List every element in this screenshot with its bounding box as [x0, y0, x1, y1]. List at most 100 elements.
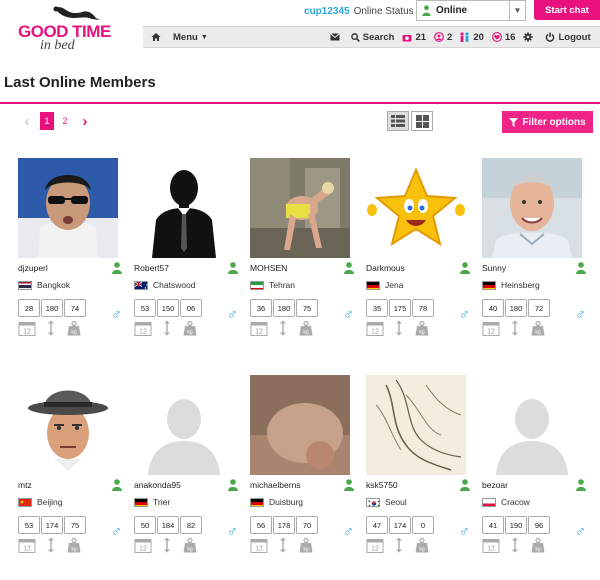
- member-photo[interactable]: [482, 375, 582, 475]
- calendar-icon: 12: [482, 537, 500, 558]
- country-flag-icon: [366, 497, 380, 507]
- member-height: 175: [389, 299, 411, 317]
- member-username[interactable]: anakonda95: [134, 480, 181, 490]
- svg-text:kg: kg: [71, 546, 77, 552]
- friends-link[interactable]: 20: [459, 32, 484, 43]
- current-username[interactable]: cup12345: [304, 6, 350, 17]
- grid-view-button[interactable]: [411, 111, 433, 131]
- svg-text:12: 12: [371, 545, 379, 552]
- member-photo[interactable]: [134, 375, 234, 475]
- member-card[interactable]: michaelberns Duisburg 56 178 70 ♂ 12 kg: [250, 375, 354, 556]
- member-card[interactable]: Darkmous Jena 35 175 78 ♂ 12 kg: [366, 158, 470, 339]
- member-card[interactable]: MOHSEN Tehran 36 180 75 ♂ 12 kg: [250, 158, 354, 339]
- list-view-button[interactable]: [387, 111, 409, 131]
- member-photo[interactable]: [250, 158, 350, 258]
- height-icon: [163, 320, 171, 341]
- member-photo[interactable]: [482, 158, 582, 258]
- grid-view-icon: [415, 114, 429, 128]
- member-card[interactable]: Sunny Heinsberg 40 180 72 ♂ 12 kg: [482, 158, 586, 339]
- favorites-link[interactable]: 16: [491, 32, 515, 43]
- weight-icon: kg: [183, 537, 197, 558]
- page-2-button[interactable]: 2: [58, 112, 72, 130]
- member-photo[interactable]: [18, 158, 118, 258]
- member-height: 180: [273, 299, 295, 317]
- logo-silhouette-icon: [53, 6, 100, 20]
- member-username[interactable]: bezoar: [482, 480, 508, 490]
- online-status-bar: cup12345 Online Status Online ▼: [304, 0, 526, 22]
- member-username[interactable]: Sunny: [482, 263, 506, 273]
- svg-text:12: 12: [139, 328, 147, 335]
- weight-icon: kg: [415, 320, 429, 341]
- caret-down-icon: ▼: [200, 33, 208, 41]
- member-username[interactable]: djzuperl: [18, 263, 48, 273]
- logo-text-bottom: in bed: [40, 38, 75, 53]
- member-height: 180: [505, 299, 527, 317]
- filter-options-button[interactable]: Filter options: [502, 111, 593, 133]
- svg-text:kg: kg: [187, 329, 193, 335]
- member-height: 174: [41, 516, 63, 534]
- member-photo[interactable]: [250, 375, 350, 475]
- user-online-icon: [576, 479, 586, 491]
- prev-page-icon[interactable]: ‹: [20, 113, 34, 130]
- weight-icon: kg: [67, 320, 81, 341]
- member-age: 40: [482, 299, 504, 317]
- svg-text:12: 12: [487, 545, 495, 552]
- search-link[interactable]: Search: [350, 32, 394, 43]
- site-logo[interactable]: GOOD TIME in bed: [18, 4, 118, 56]
- member-height: 184: [157, 516, 179, 534]
- member-photo[interactable]: [134, 158, 234, 258]
- start-chat-button[interactable]: Start chat: [534, 0, 600, 20]
- calendar-icon: 12: [18, 320, 36, 341]
- member-weight: 82: [180, 516, 202, 534]
- calendar-icon: 12: [482, 320, 500, 341]
- user-online-icon: [344, 262, 354, 274]
- member-age: 28: [18, 299, 40, 317]
- svg-text:kg: kg: [419, 546, 425, 552]
- member-city: Duisburg: [269, 497, 304, 507]
- calendar-icon: 12: [18, 537, 36, 558]
- filter-options-label: Filter options: [522, 116, 586, 128]
- messages-link[interactable]: [329, 33, 340, 41]
- next-page-icon[interactable]: ›: [78, 113, 92, 130]
- country-flag-icon: [18, 280, 32, 290]
- member-card[interactable]: anakonda95 Trier 50 184 82 ♂ 12 kg: [134, 375, 238, 556]
- member-card[interactable]: mtz Beijing 53 174 75 ♂ 12 kg: [18, 375, 122, 556]
- photos-link[interactable]: 21: [402, 32, 426, 43]
- member-username[interactable]: MOHSEN: [250, 263, 287, 273]
- calendar-icon: 12: [250, 537, 268, 558]
- member-card[interactable]: bezoar Cracow 41 190 96 ♂ 12 kg: [482, 375, 586, 556]
- svg-text:kg: kg: [535, 329, 541, 335]
- male-gender-icon: ♂: [458, 523, 470, 540]
- member-username[interactable]: Darkmous: [366, 263, 405, 273]
- online-status-select[interactable]: Online ▼: [416, 0, 526, 21]
- heart-icon: [491, 32, 502, 42]
- member-card[interactable]: djzuperl Bangkok 28 180 74 ♂ 12 kg: [18, 158, 122, 339]
- member-username[interactable]: mtz: [18, 480, 32, 490]
- member-card[interactable]: ksk5750 Seoul 47 174 0 ♂ 12 kg: [366, 375, 470, 556]
- member-photo[interactable]: [18, 375, 118, 475]
- page-1-button[interactable]: 1: [40, 112, 54, 130]
- gear-icon: [523, 32, 534, 42]
- visitors-link[interactable]: 2: [434, 32, 452, 43]
- height-icon: [395, 537, 403, 558]
- member-height: 150: [157, 299, 179, 317]
- member-photo[interactable]: [366, 158, 466, 258]
- menu-dropdown[interactable]: Menu ▼: [151, 32, 208, 43]
- friends-count: 20: [473, 31, 484, 43]
- country-flag-icon: [18, 497, 32, 507]
- pagination: ‹ 1 2 ›: [20, 112, 92, 130]
- member-photo[interactable]: [366, 375, 466, 475]
- user-online-icon: [422, 5, 431, 16]
- photos-count: 21: [415, 31, 427, 43]
- user-online-icon: [460, 479, 470, 491]
- svg-text:kg: kg: [303, 329, 309, 335]
- logout-link[interactable]: Logout: [545, 32, 591, 43]
- member-username[interactable]: michaelberns: [250, 480, 301, 490]
- settings-link[interactable]: [523, 32, 534, 42]
- height-icon: [47, 537, 55, 558]
- member-username[interactable]: ksk5750: [366, 480, 398, 490]
- search-icon: [350, 32, 360, 42]
- member-username[interactable]: Robert57: [134, 263, 169, 273]
- member-card[interactable]: Robert57 Chatswood 53 150 06 ♂ 12 kg: [134, 158, 238, 339]
- site-header: GOOD TIME in bed cup12345 Online Status …: [0, 0, 600, 58]
